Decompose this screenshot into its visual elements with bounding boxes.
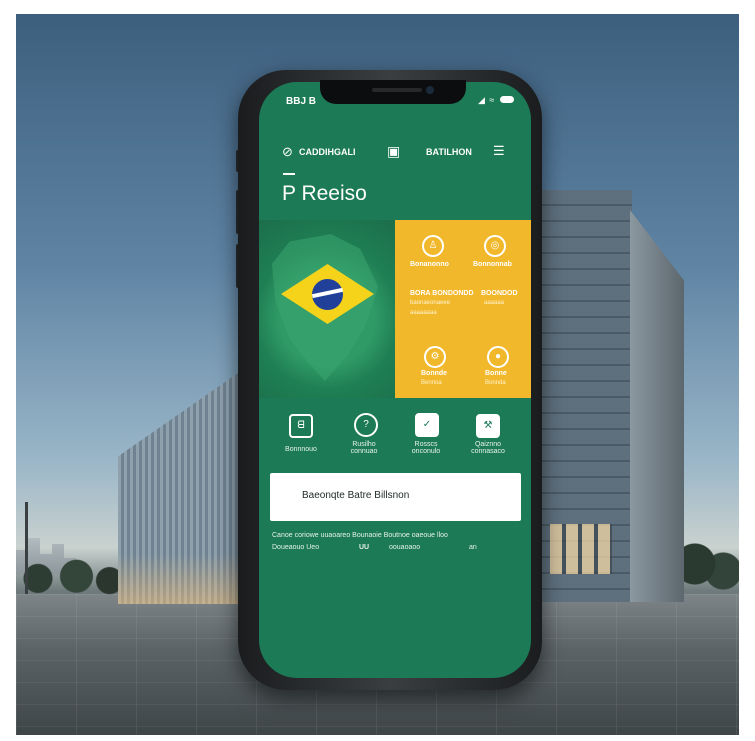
quick-action-2[interactable]: Rusilho connuao <box>334 441 394 455</box>
signal-icon: ◢ ≈ <box>478 95 496 105</box>
service-line-b: BOONDOD <box>481 290 518 297</box>
pin-icon[interactable]: ● <box>487 346 509 368</box>
footer-line-1: Canoe coriowe uuaoareo Bounaoie Boutnoe … <box>272 532 448 539</box>
phone-notch <box>320 80 466 104</box>
building-lit-windows <box>550 524 612 574</box>
quick-action-3[interactable]: Rosscs onconulo <box>396 441 456 455</box>
service-label-2[interactable]: Bonnonnab <box>473 261 512 268</box>
brazil-flag-icon <box>281 264 374 324</box>
person-icon[interactable]: ♙ <box>422 235 444 257</box>
header-left-label[interactable]: CADDIHGALI <box>299 147 356 157</box>
info-card-text: Baeonqte Batre Billsnon <box>302 490 410 501</box>
building-right-facade <box>630 210 684 602</box>
service-sub-3: Bennoa <box>421 380 442 386</box>
service-sub-4: Bonnda <box>485 380 506 386</box>
tools-icon[interactable]: ⚒ <box>476 414 500 438</box>
battery-icon <box>500 96 514 103</box>
footer-text-d: an <box>469 544 477 551</box>
service-sub-b: aaaaaa <box>484 300 505 306</box>
service-label-1[interactable]: Bonanonno <box>410 261 449 268</box>
speaker-grille <box>372 88 422 92</box>
clock-icon[interactable]: ⊘ <box>282 144 293 160</box>
lock-icon[interactable]: ▣ <box>387 143 400 160</box>
quick-action-1[interactable]: Bonnnouo <box>271 446 331 453</box>
service-label-4[interactable]: Bonne <box>485 370 507 377</box>
status-time: BBJ B <box>286 96 317 107</box>
document-icon[interactable]: ᗺ <box>289 414 313 438</box>
title-accent-line <box>283 173 295 175</box>
building-lights <box>118 554 248 604</box>
trees-left <box>16 552 126 596</box>
service-label-3[interactable]: Bonnde <box>421 370 447 377</box>
page-title: P Reeiso <box>282 182 367 205</box>
services-panel <box>395 220 531 398</box>
shield-icon[interactable]: ✓ <box>415 413 439 437</box>
settings-icon[interactable]: ⚙ <box>424 346 446 368</box>
trees-right <box>676 529 739 599</box>
lamp-post <box>25 502 28 594</box>
quick-action-4[interactable]: Qaiznno connasaco <box>458 441 518 455</box>
menu-icon[interactable]: ☰ <box>493 143 505 159</box>
service-sub-a: baonaeonaeee <box>410 300 451 306</box>
badge-icon[interactable]: ◎ <box>484 235 506 257</box>
front-camera <box>426 86 434 94</box>
header-right-label[interactable]: BATILHON <box>426 147 472 157</box>
footer-text-c: oouaoaoo <box>389 544 421 551</box>
service-line-a: BORA BONDONDD <box>410 290 474 297</box>
target-icon[interactable]: ? <box>354 413 378 437</box>
footer-text-b: UU <box>359 544 370 551</box>
service-sub-c: aaaaaaaa <box>410 310 437 316</box>
footer-text-a: Doueaouo Ueo <box>272 544 320 551</box>
